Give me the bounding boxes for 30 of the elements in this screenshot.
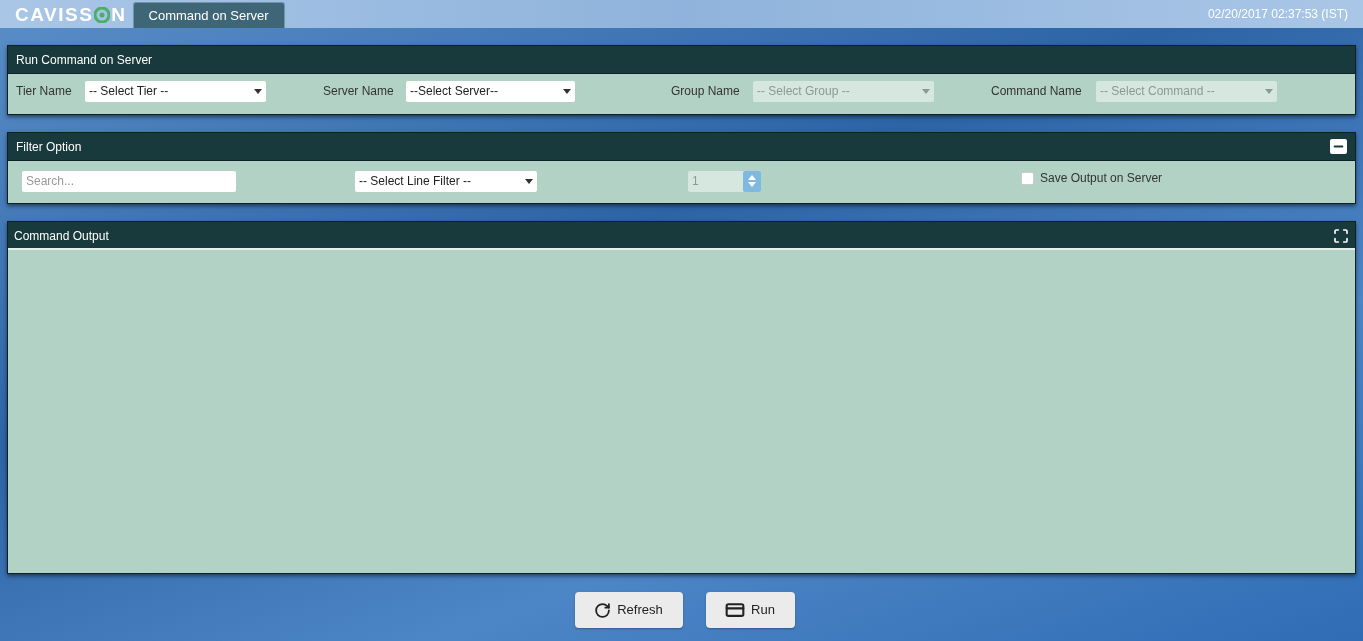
caret-icon	[1265, 88, 1273, 94]
panel-title: Filter Option	[16, 138, 82, 156]
caret-icon	[922, 88, 930, 94]
date-time: 02/20/2017 02:37:53 (IST)	[1207, 6, 1348, 23]
collapse-button[interactable]	[1330, 139, 1347, 154]
dropdown[interactable]: -- Select Line Filter --	[355, 170, 537, 192]
tab[interactable]: Command on Server	[132, 2, 285, 28]
field-label: Group Name	[671, 83, 741, 100]
field-label: Command Name	[991, 83, 1083, 100]
target-icon	[94, 7, 111, 23]
panel-title: Command Output	[14, 228, 109, 245]
card-icon	[725, 600, 746, 620]
dropdown[interactable]: -- Select Tier --	[85, 80, 266, 102]
caret-icon	[254, 88, 262, 94]
caret-icon	[525, 178, 533, 184]
panel-title: Run Command on Server	[16, 51, 153, 69]
logo: CAVISS N	[15, 4, 127, 26]
refresh-icon	[594, 601, 612, 619]
fullscreen-icon[interactable]	[1333, 228, 1349, 244]
checkbox-label: Save Output on Server	[1040, 170, 1163, 187]
up-arrow-icon	[748, 175, 756, 180]
search-field[interactable]: Search...	[22, 170, 236, 192]
down-arrow-icon	[748, 182, 756, 187]
refresh-button[interactable]: Refresh	[574, 592, 683, 628]
dropdown[interactable]: --Select Server--	[406, 80, 575, 102]
field-label: Server Name	[323, 83, 395, 100]
checkbox[interactable]	[1021, 171, 1034, 185]
run-button[interactable]: Run	[705, 592, 795, 628]
field-label: Tier Name	[16, 83, 73, 100]
caret-icon	[563, 88, 571, 94]
